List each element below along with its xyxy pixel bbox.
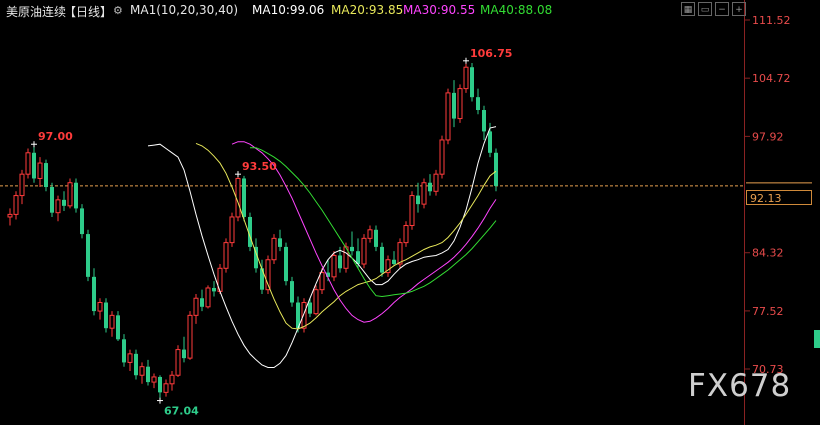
candle-body <box>182 349 186 359</box>
candle-body <box>97 302 103 312</box>
candle-body <box>212 287 216 292</box>
ma20-legend: MA20:93.85 <box>331 3 404 17</box>
candle-body <box>19 173 25 197</box>
candle-body <box>13 195 19 215</box>
ma-params: MA1(10,20,30,40) <box>130 3 239 17</box>
candle-body <box>109 314 115 329</box>
candle-body <box>25 152 31 175</box>
side-marker <box>814 330 820 348</box>
candle-body <box>494 152 498 186</box>
candle-body <box>421 182 427 205</box>
candlestick-chart: 111.52104.7297.9284.3277.5270.7397.0093.… <box>0 0 812 425</box>
candle-body <box>86 234 90 277</box>
candle-body <box>361 237 367 265</box>
candle-body <box>319 272 325 291</box>
ma10-legend: MA10:99.06 <box>252 3 325 17</box>
candle-body <box>187 314 193 359</box>
candle-body <box>374 229 378 247</box>
candle-body <box>7 213 13 218</box>
annotation-label: 97.00 <box>38 130 73 143</box>
candle-body <box>55 199 61 214</box>
ma40-legend: MA40:88.08 <box>480 3 553 17</box>
window-icon[interactable]: ▭ <box>698 2 712 16</box>
chart-header: 美原油连续 【日线】 ⚙ MA1(10,20,30,40) MA10:99.06… <box>0 0 745 20</box>
candle-body <box>367 229 373 239</box>
candle-body <box>242 178 246 217</box>
candle-body <box>488 131 492 153</box>
candle-body <box>50 187 54 213</box>
candle-body <box>44 163 48 188</box>
candle-body <box>116 315 120 340</box>
candle-body <box>397 242 403 265</box>
gear-icon[interactable]: ⚙ <box>113 4 123 17</box>
candle-body <box>80 208 84 235</box>
candle-body <box>433 173 439 192</box>
candle-body <box>151 376 157 383</box>
candle-body <box>67 182 73 207</box>
candle-body <box>278 238 282 247</box>
candle-body <box>380 246 384 273</box>
candle-body <box>32 152 36 179</box>
candle-body <box>74 182 78 209</box>
candle-body <box>62 199 66 206</box>
candle-body <box>104 302 108 329</box>
candle-body <box>139 366 145 376</box>
period-label[interactable]: 【日线】 <box>64 3 112 20</box>
y-tick-label: 104.72 <box>752 72 791 85</box>
ma30-legend: MA30:90.55 <box>403 3 476 17</box>
ma20-line <box>195 142 497 330</box>
candle-body <box>331 254 337 278</box>
candle-body <box>445 92 451 141</box>
candle-body <box>223 242 229 269</box>
y-tick-label: 97.92 <box>752 130 784 143</box>
candle-body <box>403 225 409 244</box>
candle-body <box>193 297 199 316</box>
annotation-label: 93.50 <box>242 160 277 173</box>
candle-body <box>308 302 312 314</box>
watermark: FX678 <box>688 368 792 404</box>
candle-body <box>452 92 456 119</box>
candle-body <box>122 339 126 363</box>
candle-body <box>134 353 138 376</box>
candle-body <box>92 276 96 312</box>
candle-body <box>175 349 181 376</box>
plus-icon[interactable]: + <box>732 2 746 16</box>
current-price-label: 92.13 <box>746 190 812 205</box>
candle-body <box>409 195 415 227</box>
instrument-name: 美原油连续 <box>6 5 67 19</box>
candle-body <box>158 376 162 393</box>
y-tick-label: 77.52 <box>752 305 784 318</box>
y-tick-label: 84.32 <box>752 247 784 260</box>
candle-body <box>163 383 169 393</box>
candle-body <box>284 246 288 282</box>
annotation-label: 67.04 <box>164 405 199 418</box>
candle-body <box>428 182 432 192</box>
candle-body <box>392 259 396 265</box>
candle-body <box>470 67 474 98</box>
candle-body <box>205 287 211 308</box>
candle-body <box>313 289 319 315</box>
candle-body <box>200 298 204 307</box>
candle-body <box>439 139 445 175</box>
candle-body <box>482 110 486 132</box>
candle-body <box>271 237 277 261</box>
annotation-label: 106.75 <box>470 47 512 60</box>
candle-body <box>146 366 150 383</box>
candle-body <box>338 255 342 269</box>
candle-body <box>416 195 420 205</box>
candle-body <box>290 281 294 303</box>
candle-body <box>127 353 133 363</box>
candle-body <box>463 66 469 90</box>
candle-body <box>350 246 354 252</box>
candle-body <box>457 88 463 120</box>
candle-body <box>476 97 480 111</box>
grid-icon[interactable]: ▦ <box>681 2 695 16</box>
y-tick-label: 111.52 <box>752 14 791 27</box>
candle-body <box>301 302 307 329</box>
candle-body <box>229 216 235 244</box>
candle-body <box>37 162 43 179</box>
minus-icon[interactable]: − <box>715 2 729 16</box>
candle-body <box>169 374 175 385</box>
